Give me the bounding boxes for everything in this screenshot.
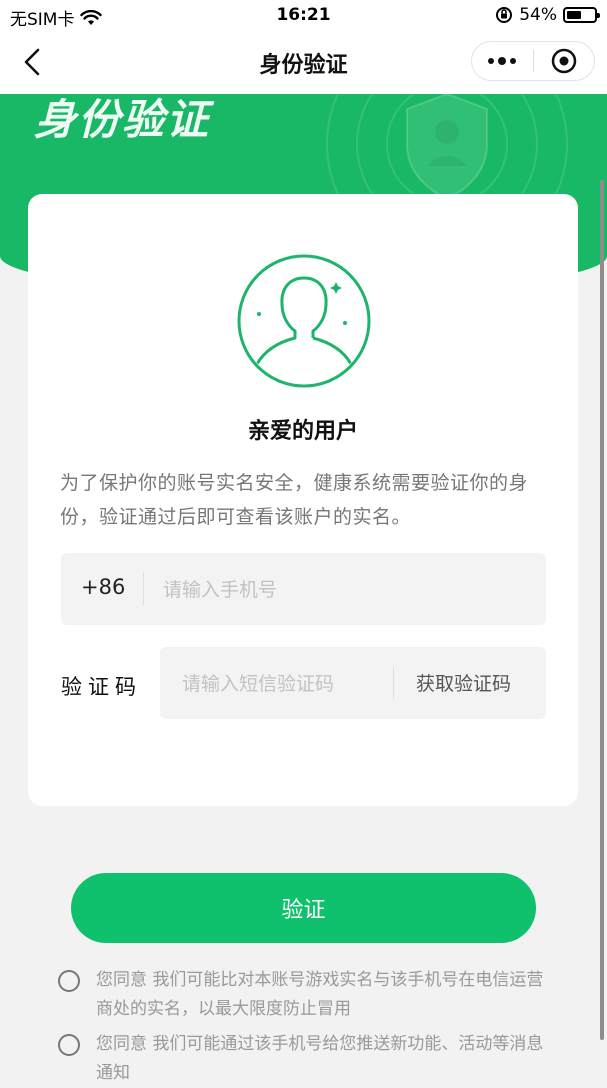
- agreement-item: 您同意 我们可能比对本账号游戏实名与该手机号在电信运营商处的实名，以最大限度防止…: [58, 966, 552, 1024]
- orientation-lock-icon: [496, 7, 513, 23]
- verification-card: 亲爱的用户 为了保护你的账号实名安全，健康系统需要验证你的身份，验证通过后即可查…: [28, 194, 578, 806]
- user-avatar-icon: [237, 254, 371, 388]
- target-circle-icon: [551, 48, 576, 74]
- more-dots-icon: [488, 57, 517, 65]
- greeting: 亲爱的用户: [247, 419, 358, 444]
- agreement-item: 您同意 我们可能通过该手机号给您推送新功能、活动等消息通知: [58, 1030, 552, 1088]
- description: 为了保护你的账号实名安全，健康系统需要验证你的身份，验证通过后即可查看该账户的实…: [60, 472, 529, 528]
- agreement-radio[interactable]: [58, 1034, 80, 1056]
- agreement-text: 您同意 我们可能比对本账号游戏实名与该手机号在电信运营商处的实名，以最大限度防止…: [96, 970, 544, 1019]
- sms-code-input[interactable]: [180, 665, 384, 703]
- scrollbar[interactable]: [600, 180, 604, 1040]
- agreement-radio[interactable]: [58, 970, 80, 992]
- more-button[interactable]: [472, 42, 533, 80]
- battery-percent: 54%: [519, 5, 557, 25]
- agreement-text: 您同意 我们可能通过该手机号给您推送新功能、活动等消息通知: [96, 1034, 544, 1083]
- nav-bar: 身份验证: [0, 32, 607, 94]
- divider: [143, 573, 144, 605]
- banner-title: 身份验证: [34, 95, 211, 144]
- phone-field: +86: [61, 553, 546, 625]
- status-right: 54%: [495, 5, 600, 25]
- divider: [393, 667, 394, 699]
- status-bar: 无SIM卡 16:21 54%: [0, 0, 607, 32]
- get-code-button[interactable]: 获取验证码: [416, 669, 511, 696]
- battery-icon: [563, 7, 600, 23]
- code-label: 验证码: [61, 675, 142, 699]
- country-code[interactable]: +86: [81, 575, 125, 599]
- verify-button[interactable]: 验证: [71, 873, 536, 943]
- code-field: 获取验证码: [160, 647, 546, 719]
- close-mini-program-button[interactable]: [534, 42, 595, 80]
- phone-input[interactable]: [161, 571, 525, 609]
- battery-level: [567, 11, 582, 19]
- mini-program-capsule: [471, 41, 595, 81]
